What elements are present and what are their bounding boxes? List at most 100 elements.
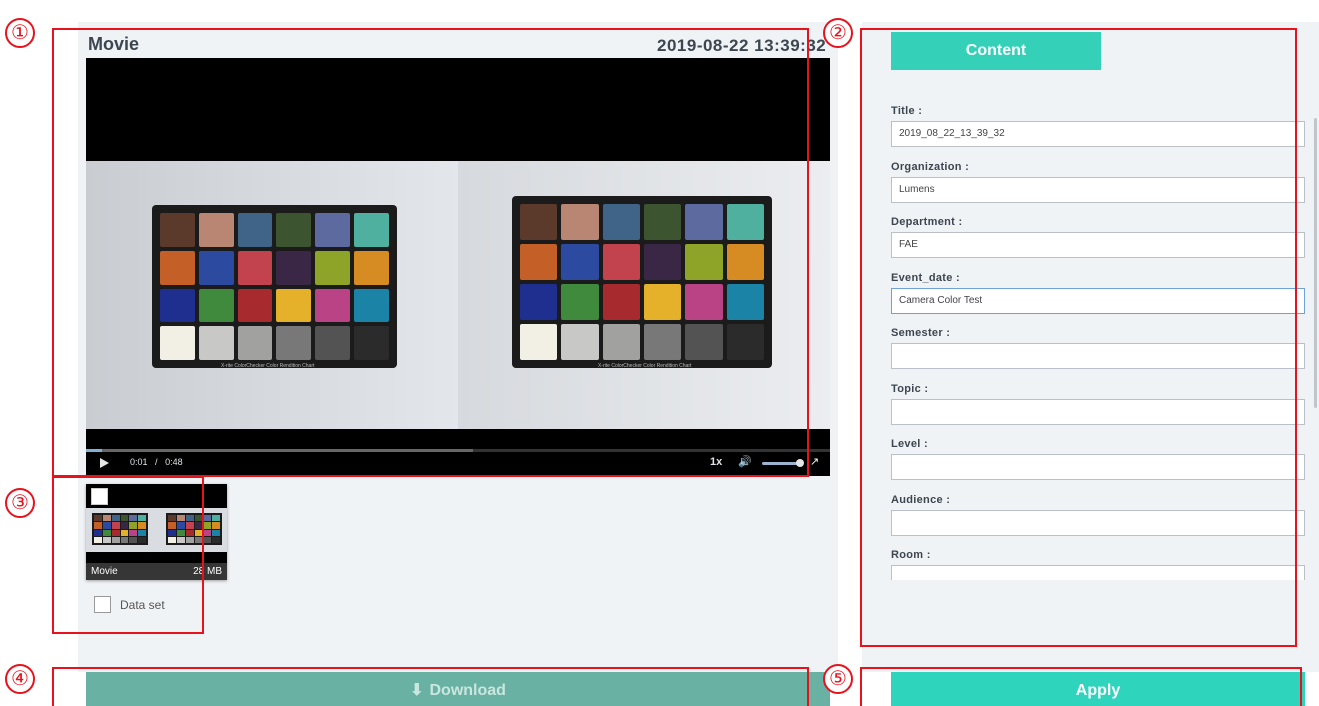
color-swatch xyxy=(354,213,389,247)
play-icon[interactable] xyxy=(100,458,109,468)
color-swatch xyxy=(237,213,273,247)
color-swatch xyxy=(602,244,640,280)
color-swatch xyxy=(198,326,234,360)
color-swatch xyxy=(203,536,212,543)
metadata-form: Title : 2019_08_22_13_39_32 Organization :… xyxy=(891,95,1305,580)
color-swatch xyxy=(168,522,176,529)
color-swatch xyxy=(685,204,723,240)
color-swatch xyxy=(237,326,273,360)
field-label-3: Event_date : xyxy=(891,272,961,284)
annotation-marker-3: ③ xyxy=(5,488,35,518)
dataset-checkbox[interactable] xyxy=(94,596,111,613)
color-swatch xyxy=(602,284,640,320)
chart-caption-right: X-rite ColorChecker Color Rendition Char… xyxy=(598,363,692,369)
color-swatch xyxy=(120,529,129,536)
color-swatch xyxy=(102,522,111,529)
field-input-0[interactable]: 2019_08_22_13_39_32 xyxy=(891,121,1305,147)
color-swatch xyxy=(120,515,129,522)
color-swatch xyxy=(315,326,351,360)
thumbnail-checkbox[interactable] xyxy=(91,488,108,505)
color-swatch xyxy=(102,529,111,536)
color-swatch xyxy=(160,326,195,360)
color-swatch xyxy=(160,213,195,247)
color-swatch xyxy=(685,324,723,360)
color-swatch xyxy=(561,244,599,280)
field-input-6[interactable] xyxy=(891,454,1305,480)
field-label-1: Organization : xyxy=(891,161,970,173)
color-swatch xyxy=(129,536,138,543)
color-swatch xyxy=(643,284,682,320)
color-swatch xyxy=(643,204,682,240)
thumbnail-name: Movie xyxy=(91,566,118,577)
color-swatch xyxy=(198,288,234,323)
color-swatch xyxy=(111,529,120,536)
color-swatch xyxy=(138,522,146,529)
video-player[interactable]: X-rite ColorChecker Color Rendition Char… xyxy=(86,58,830,476)
color-swatch xyxy=(138,529,146,536)
annotation-marker-2: ② xyxy=(823,18,853,48)
color-swatch xyxy=(212,522,220,529)
download-icon: ⬇ xyxy=(410,682,424,699)
thumbnail-size: 28 MB xyxy=(193,566,222,577)
color-swatch xyxy=(194,522,203,529)
color-swatch xyxy=(198,213,234,247)
color-swatch xyxy=(315,250,351,285)
color-swatch xyxy=(185,515,194,522)
color-checker-chart-left xyxy=(152,205,397,368)
video-controls: 0:01 / 0:48 1x 🔊 ↗ xyxy=(86,449,830,476)
color-swatch xyxy=(129,529,138,536)
download-button[interactable]: ⬇ Download xyxy=(86,672,830,706)
seek-bar[interactable] xyxy=(86,449,830,452)
video-thumbnail[interactable]: Movie 28 MB xyxy=(86,484,227,580)
movie-title: Movie xyxy=(88,34,140,54)
buffered-bar xyxy=(86,449,473,452)
color-swatch xyxy=(602,204,640,240)
color-swatch xyxy=(111,536,120,543)
volume-icon[interactable]: 🔊 xyxy=(738,455,752,468)
color-swatch xyxy=(194,515,203,522)
color-swatch xyxy=(94,522,102,529)
field-input-7[interactable] xyxy=(891,510,1305,536)
fullscreen-icon[interactable]: ↗ xyxy=(810,455,819,468)
color-swatch xyxy=(102,515,111,522)
playback-speed-button[interactable]: 1x xyxy=(710,456,722,468)
annotation-marker-4: ④ xyxy=(5,664,35,694)
color-swatch xyxy=(276,250,312,285)
color-swatch xyxy=(203,529,212,536)
color-swatch xyxy=(561,204,599,240)
apply-button[interactable]: Apply xyxy=(891,672,1305,706)
duration: 0:48 xyxy=(165,457,183,467)
tab-content[interactable]: Content xyxy=(891,32,1101,70)
left-camera-view: X-rite ColorChecker Color Rendition Char… xyxy=(86,161,458,429)
field-input-2[interactable]: FAE xyxy=(891,232,1305,258)
color-swatch xyxy=(276,288,312,323)
field-input-5[interactable] xyxy=(891,399,1305,425)
color-swatch xyxy=(138,515,146,522)
color-swatch xyxy=(643,244,682,280)
color-swatch xyxy=(237,288,273,323)
current-time: 0:01 xyxy=(130,457,148,467)
field-input-3[interactable]: Camera Color Test xyxy=(891,288,1305,314)
field-input-1[interactable]: Lumens xyxy=(891,177,1305,203)
color-swatch xyxy=(120,536,129,543)
color-swatch xyxy=(685,284,723,320)
field-input-8[interactable] xyxy=(891,565,1305,580)
color-swatch xyxy=(354,250,389,285)
form-scrollbar[interactable] xyxy=(1314,118,1317,408)
field-input-4[interactable] xyxy=(891,343,1305,369)
color-swatch xyxy=(198,250,234,285)
field-label-8: Room : xyxy=(891,549,931,561)
color-swatch xyxy=(561,284,599,320)
color-swatch xyxy=(176,515,185,522)
color-swatch xyxy=(185,522,194,529)
color-swatch xyxy=(520,204,558,240)
progress-fill xyxy=(86,449,102,452)
color-swatch xyxy=(212,529,220,536)
video-frame: X-rite ColorChecker Color Rendition Char… xyxy=(86,161,830,429)
color-swatch xyxy=(168,529,176,536)
thumbnail-chart-left xyxy=(92,513,148,545)
volume-slider-handle[interactable] xyxy=(796,459,804,467)
color-swatch xyxy=(237,250,273,285)
dataset-label: Data set xyxy=(120,598,165,612)
color-swatch xyxy=(160,250,195,285)
